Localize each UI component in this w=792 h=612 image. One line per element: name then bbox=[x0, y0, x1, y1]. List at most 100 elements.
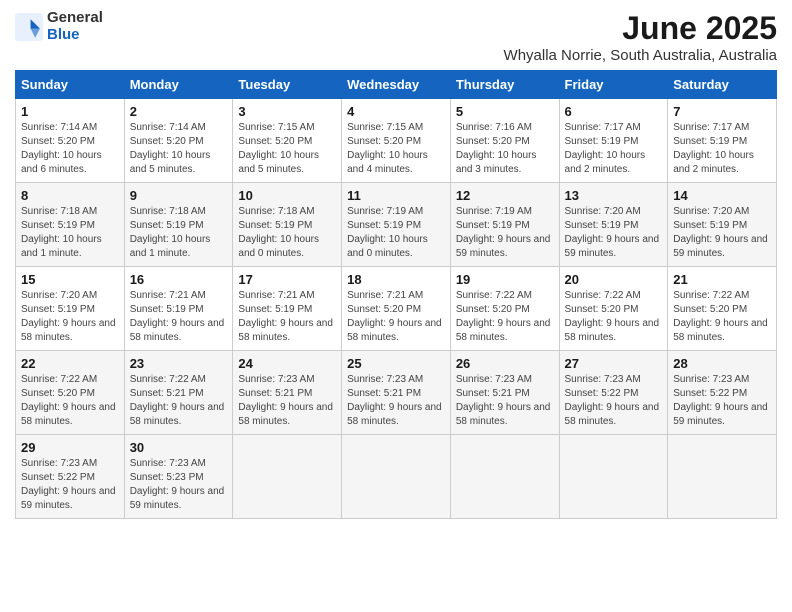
calendar-day-cell: 2 Sunrise: 7:14 AM Sunset: 5:20 PM Dayli… bbox=[124, 99, 233, 183]
day-number: 23 bbox=[130, 356, 228, 371]
day-number: 9 bbox=[130, 188, 228, 203]
day-info: Sunrise: 7:23 AM Sunset: 5:21 PM Dayligh… bbox=[347, 373, 445, 429]
day-info: Sunrise: 7:22 AM Sunset: 5:20 PM Dayligh… bbox=[456, 289, 554, 345]
day-info: Sunrise: 7:23 AM Sunset: 5:21 PM Dayligh… bbox=[456, 373, 554, 429]
calendar-week-row: 1 Sunrise: 7:14 AM Sunset: 5:20 PM Dayli… bbox=[16, 99, 777, 183]
calendar-header-row: SundayMondayTuesdayWednesdayThursdayFrid… bbox=[16, 71, 777, 99]
calendar-day-cell: 16 Sunrise: 7:21 AM Sunset: 5:19 PM Dayl… bbox=[124, 267, 233, 351]
day-number: 27 bbox=[565, 356, 663, 371]
day-info: Sunrise: 7:17 AM Sunset: 5:19 PM Dayligh… bbox=[673, 121, 771, 177]
day-number: 6 bbox=[565, 104, 663, 119]
calendar-day-cell: 26 Sunrise: 7:23 AM Sunset: 5:21 PM Dayl… bbox=[450, 351, 559, 435]
calendar-day-cell: 12 Sunrise: 7:19 AM Sunset: 5:19 PM Dayl… bbox=[450, 183, 559, 267]
calendar-empty-cell bbox=[233, 435, 342, 519]
calendar-empty-cell bbox=[668, 435, 777, 519]
calendar-day-cell: 22 Sunrise: 7:22 AM Sunset: 5:20 PM Dayl… bbox=[16, 351, 125, 435]
day-info: Sunrise: 7:22 AM Sunset: 5:21 PM Dayligh… bbox=[130, 373, 228, 429]
calendar-day-cell: 23 Sunrise: 7:22 AM Sunset: 5:21 PM Dayl… bbox=[124, 351, 233, 435]
day-info: Sunrise: 7:19 AM Sunset: 5:19 PM Dayligh… bbox=[456, 205, 554, 261]
calendar-day-cell: 13 Sunrise: 7:20 AM Sunset: 5:19 PM Dayl… bbox=[559, 183, 668, 267]
calendar-day-cell: 25 Sunrise: 7:23 AM Sunset: 5:21 PM Dayl… bbox=[342, 351, 451, 435]
calendar-day-cell: 7 Sunrise: 7:17 AM Sunset: 5:19 PM Dayli… bbox=[668, 99, 777, 183]
day-number: 2 bbox=[130, 104, 228, 119]
day-info: Sunrise: 7:15 AM Sunset: 5:20 PM Dayligh… bbox=[238, 121, 336, 177]
calendar-table: SundayMondayTuesdayWednesdayThursdayFrid… bbox=[15, 70, 777, 519]
calendar-day-cell: 19 Sunrise: 7:22 AM Sunset: 5:20 PM Dayl… bbox=[450, 267, 559, 351]
day-number: 10 bbox=[238, 188, 336, 203]
day-number: 29 bbox=[21, 440, 119, 455]
day-number: 26 bbox=[456, 356, 554, 371]
calendar-day-cell: 3 Sunrise: 7:15 AM Sunset: 5:20 PM Dayli… bbox=[233, 99, 342, 183]
day-number: 21 bbox=[673, 272, 771, 287]
day-info: Sunrise: 7:21 AM Sunset: 5:20 PM Dayligh… bbox=[347, 289, 445, 345]
day-info: Sunrise: 7:22 AM Sunset: 5:20 PM Dayligh… bbox=[673, 289, 771, 345]
day-number: 14 bbox=[673, 188, 771, 203]
day-info: Sunrise: 7:22 AM Sunset: 5:20 PM Dayligh… bbox=[565, 289, 663, 345]
calendar-day-cell: 20 Sunrise: 7:22 AM Sunset: 5:20 PM Dayl… bbox=[559, 267, 668, 351]
day-info: Sunrise: 7:18 AM Sunset: 5:19 PM Dayligh… bbox=[21, 205, 119, 261]
calendar-empty-cell bbox=[450, 435, 559, 519]
day-number: 18 bbox=[347, 272, 445, 287]
calendar-day-cell: 21 Sunrise: 7:22 AM Sunset: 5:20 PM Dayl… bbox=[668, 267, 777, 351]
day-number: 30 bbox=[130, 440, 228, 455]
calendar-day-cell: 11 Sunrise: 7:19 AM Sunset: 5:19 PM Dayl… bbox=[342, 183, 451, 267]
calendar-empty-cell bbox=[342, 435, 451, 519]
calendar-day-cell: 30 Sunrise: 7:23 AM Sunset: 5:23 PM Dayl… bbox=[124, 435, 233, 519]
day-info: Sunrise: 7:23 AM Sunset: 5:23 PM Dayligh… bbox=[130, 457, 228, 513]
day-info: Sunrise: 7:23 AM Sunset: 5:22 PM Dayligh… bbox=[21, 457, 119, 513]
header: General Blue June 2025 Whyalla Norrie, S… bbox=[15, 10, 777, 64]
calendar-day-cell: 9 Sunrise: 7:18 AM Sunset: 5:19 PM Dayli… bbox=[124, 183, 233, 267]
day-info: Sunrise: 7:20 AM Sunset: 5:19 PM Dayligh… bbox=[565, 205, 663, 261]
calendar-day-cell: 18 Sunrise: 7:21 AM Sunset: 5:20 PM Dayl… bbox=[342, 267, 451, 351]
day-info: Sunrise: 7:23 AM Sunset: 5:22 PM Dayligh… bbox=[673, 373, 771, 429]
day-info: Sunrise: 7:19 AM Sunset: 5:19 PM Dayligh… bbox=[347, 205, 445, 261]
day-number: 4 bbox=[347, 104, 445, 119]
calendar-day-cell: 8 Sunrise: 7:18 AM Sunset: 5:19 PM Dayli… bbox=[16, 183, 125, 267]
calendar-day-cell: 10 Sunrise: 7:18 AM Sunset: 5:19 PM Dayl… bbox=[233, 183, 342, 267]
day-number: 20 bbox=[565, 272, 663, 287]
day-info: Sunrise: 7:14 AM Sunset: 5:20 PM Dayligh… bbox=[21, 121, 119, 177]
calendar-day-cell: 4 Sunrise: 7:15 AM Sunset: 5:20 PM Dayli… bbox=[342, 99, 451, 183]
day-number: 24 bbox=[238, 356, 336, 371]
location-title: Whyalla Norrie, South Australia, Austral… bbox=[504, 47, 777, 64]
calendar-week-row: 8 Sunrise: 7:18 AM Sunset: 5:19 PM Dayli… bbox=[16, 183, 777, 267]
calendar-day-cell: 15 Sunrise: 7:20 AM Sunset: 5:19 PM Dayl… bbox=[16, 267, 125, 351]
calendar-day-cell: 27 Sunrise: 7:23 AM Sunset: 5:22 PM Dayl… bbox=[559, 351, 668, 435]
day-info: Sunrise: 7:20 AM Sunset: 5:19 PM Dayligh… bbox=[673, 205, 771, 261]
day-info: Sunrise: 7:18 AM Sunset: 5:19 PM Dayligh… bbox=[130, 205, 228, 261]
header-monday: Monday bbox=[124, 71, 233, 99]
day-info: Sunrise: 7:16 AM Sunset: 5:20 PM Dayligh… bbox=[456, 121, 554, 177]
calendar-day-cell: 14 Sunrise: 7:20 AM Sunset: 5:19 PM Dayl… bbox=[668, 183, 777, 267]
day-info: Sunrise: 7:21 AM Sunset: 5:19 PM Dayligh… bbox=[130, 289, 228, 345]
day-number: 22 bbox=[21, 356, 119, 371]
day-number: 7 bbox=[673, 104, 771, 119]
day-number: 28 bbox=[673, 356, 771, 371]
day-number: 15 bbox=[21, 272, 119, 287]
day-number: 1 bbox=[21, 104, 119, 119]
day-number: 11 bbox=[347, 188, 445, 203]
title-area: June 2025 Whyalla Norrie, South Australi… bbox=[504, 10, 777, 64]
day-number: 19 bbox=[456, 272, 554, 287]
day-number: 13 bbox=[565, 188, 663, 203]
day-info: Sunrise: 7:21 AM Sunset: 5:19 PM Dayligh… bbox=[238, 289, 336, 345]
day-info: Sunrise: 7:20 AM Sunset: 5:19 PM Dayligh… bbox=[21, 289, 119, 345]
day-number: 3 bbox=[238, 104, 336, 119]
calendar-day-cell: 17 Sunrise: 7:21 AM Sunset: 5:19 PM Dayl… bbox=[233, 267, 342, 351]
calendar-day-cell: 29 Sunrise: 7:23 AM Sunset: 5:22 PM Dayl… bbox=[16, 435, 125, 519]
calendar-day-cell: 24 Sunrise: 7:23 AM Sunset: 5:21 PM Dayl… bbox=[233, 351, 342, 435]
calendar-day-cell: 1 Sunrise: 7:14 AM Sunset: 5:20 PM Dayli… bbox=[16, 99, 125, 183]
header-friday: Friday bbox=[559, 71, 668, 99]
day-info: Sunrise: 7:14 AM Sunset: 5:20 PM Dayligh… bbox=[130, 121, 228, 177]
calendar-week-row: 29 Sunrise: 7:23 AM Sunset: 5:22 PM Dayl… bbox=[16, 435, 777, 519]
logo-text: General Blue bbox=[47, 10, 103, 43]
month-title: June 2025 bbox=[504, 10, 777, 47]
calendar-day-cell: 5 Sunrise: 7:16 AM Sunset: 5:20 PM Dayli… bbox=[450, 99, 559, 183]
calendar-day-cell: 28 Sunrise: 7:23 AM Sunset: 5:22 PM Dayl… bbox=[668, 351, 777, 435]
day-info: Sunrise: 7:23 AM Sunset: 5:21 PM Dayligh… bbox=[238, 373, 336, 429]
header-wednesday: Wednesday bbox=[342, 71, 451, 99]
day-number: 25 bbox=[347, 356, 445, 371]
header-saturday: Saturday bbox=[668, 71, 777, 99]
header-tuesday: Tuesday bbox=[233, 71, 342, 99]
calendar-week-row: 22 Sunrise: 7:22 AM Sunset: 5:20 PM Dayl… bbox=[16, 351, 777, 435]
calendar-week-row: 15 Sunrise: 7:20 AM Sunset: 5:19 PM Dayl… bbox=[16, 267, 777, 351]
